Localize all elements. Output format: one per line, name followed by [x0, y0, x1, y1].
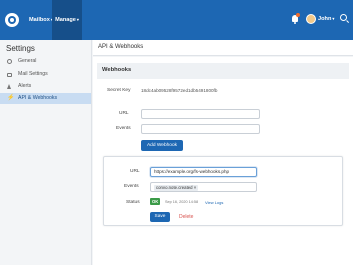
sidebar-item-label: General	[18, 58, 37, 64]
section-title: Webhooks	[102, 67, 132, 73]
webhook-events-input[interactable]: convo.note.created ×	[150, 182, 257, 192]
sidebar-item-label: Mail Settings	[18, 71, 48, 77]
view-logs-link[interactable]: View Logs	[205, 200, 223, 205]
user-menu[interactable]: John▾	[318, 14, 334, 24]
user-name: John	[318, 16, 332, 22]
nav-mailbox-label: Mailbox	[29, 17, 50, 23]
search-icon[interactable]	[340, 14, 347, 21]
sidebar-title: Settings	[6, 44, 35, 53]
webhook-events-label: Events	[124, 184, 139, 189]
gear-icon	[7, 59, 12, 64]
events-input[interactable]	[141, 124, 260, 134]
sidebar-item-label: Alerts	[18, 83, 32, 89]
nav-manage-menu[interactable]: Manage▾	[52, 0, 82, 40]
chevron-down-icon: ▾	[76, 17, 79, 22]
save-button[interactable]: Save	[150, 212, 170, 222]
mail-icon	[7, 72, 12, 77]
webhook-url-input[interactable]: https://example.org/fs-webhooks.php	[150, 167, 257, 177]
content-header: API & Webhooks	[93, 40, 353, 56]
secret-key-value: 18dc4ab09528f9572ed1db5491800fb	[141, 88, 218, 93]
sidebar-item-api-webhooks[interactable]: ⚡ API & Webhooks	[0, 93, 91, 104]
secret-key-label: Secret Key	[107, 88, 131, 93]
url-label: URL	[119, 111, 129, 116]
chevron-down-icon: ▾	[332, 16, 335, 21]
event-tag-label: convo.note.created	[156, 184, 193, 190]
nav-manage-label: Manage	[55, 17, 76, 23]
sidebar-item-alerts[interactable]: Alerts	[0, 81, 91, 92]
app-logo-icon[interactable]	[5, 13, 19, 27]
settings-sidebar: Settings General Mail Settings Alerts ⚡ …	[0, 40, 92, 265]
alert-icon	[7, 84, 11, 89]
sidebar-item-mail-settings[interactable]: Mail Settings	[0, 69, 91, 80]
status-timestamp: Sep 16, 2020 14:58	[165, 200, 199, 204]
event-tag: convo.note.created ×	[154, 184, 199, 191]
notification-dot	[296, 13, 300, 17]
sidebar-item-label: API & Webhooks	[18, 95, 58, 101]
bolt-icon: ⚡	[7, 94, 15, 101]
webhook-card: URL https://example.org/fs-webhooks.php …	[103, 156, 343, 226]
status-badge: OK	[150, 198, 161, 205]
events-label: Events	[116, 126, 131, 131]
section-header: Webhooks	[97, 63, 349, 79]
status-label: Status	[126, 200, 140, 205]
delete-button[interactable]: Delete	[179, 214, 193, 220]
sidebar-item-general[interactable]: General	[0, 56, 91, 67]
close-icon[interactable]: ×	[194, 185, 197, 190]
page-title: API & Webhooks	[98, 44, 144, 50]
nav-mailbox-menu[interactable]: Mailbox▾	[29, 0, 53, 40]
url-input[interactable]	[141, 109, 260, 119]
add-webhook-button[interactable]: Add Webhook	[141, 140, 183, 151]
webhook-url-label: URL	[130, 169, 140, 174]
avatar[interactable]	[306, 14, 316, 24]
webhooks-panel: Webhooks Secret Key 18dc4ab09528f9572ed1…	[93, 57, 353, 265]
top-navigation-bar: Mailbox▾ Manage▾ John▾	[0, 0, 353, 40]
